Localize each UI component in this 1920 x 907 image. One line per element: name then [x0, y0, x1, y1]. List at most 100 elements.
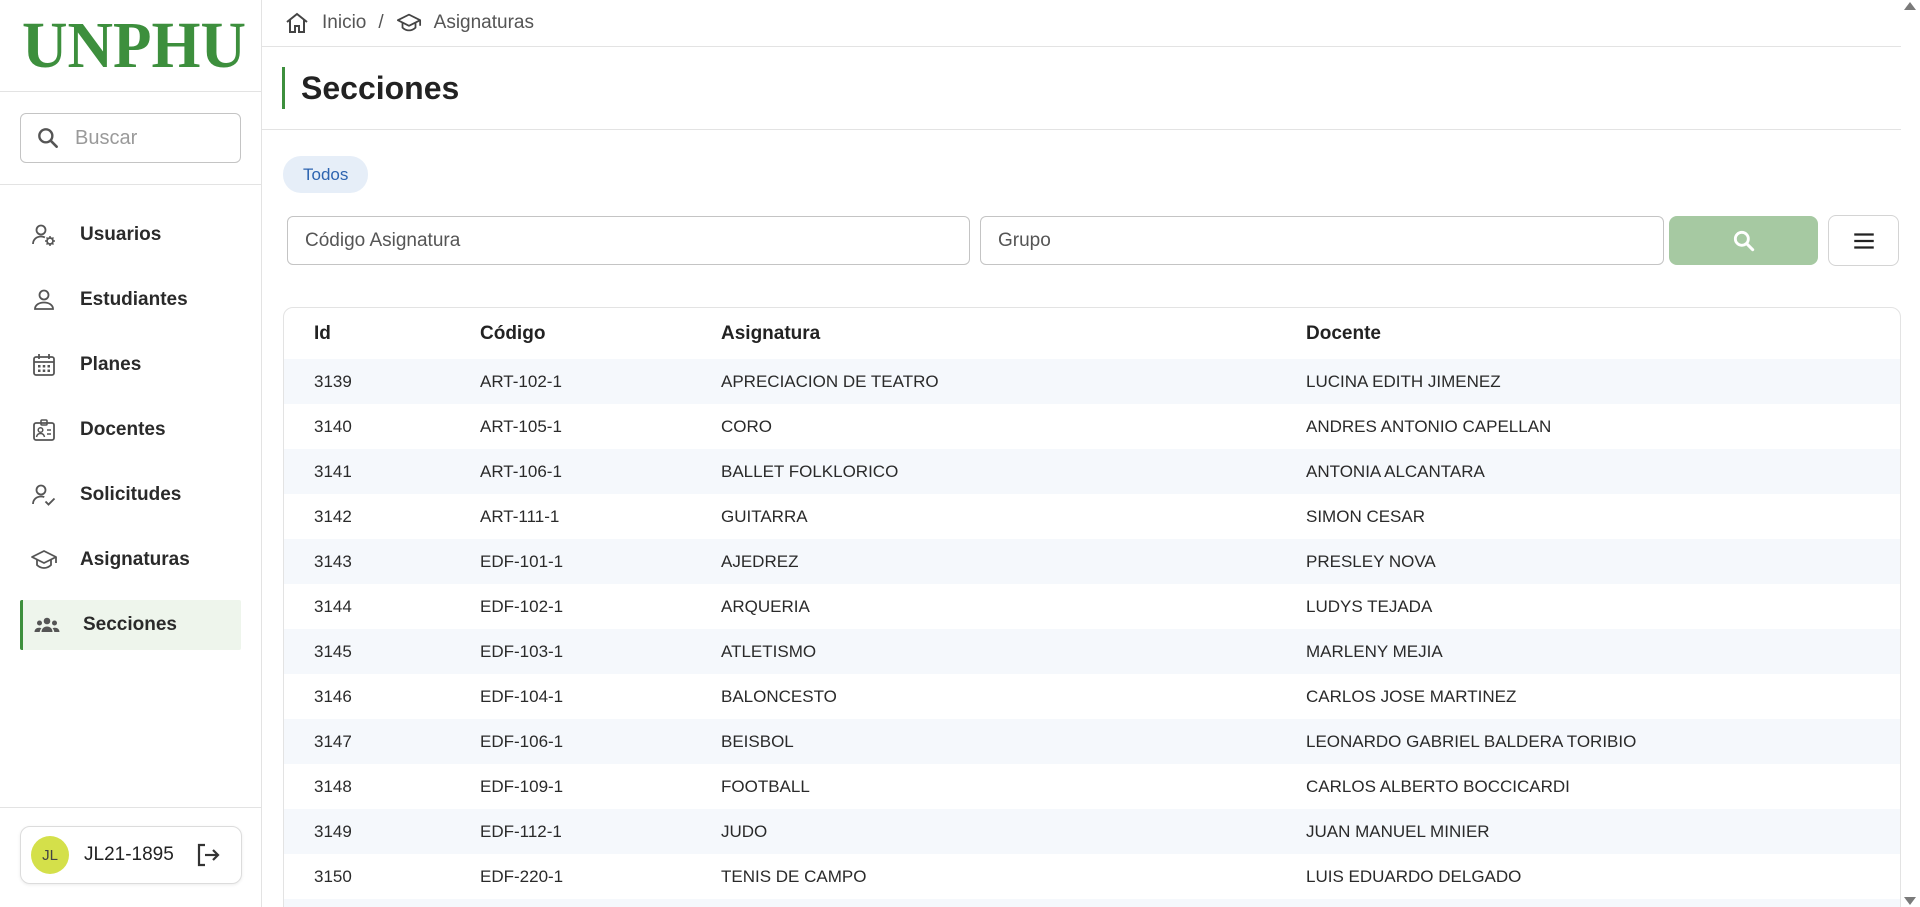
- column-header-id[interactable]: Id: [284, 308, 480, 359]
- title-accent-bar: [282, 67, 285, 109]
- cell-docente: LEONARDO GABRIEL BALDERA TORIBIO: [1306, 731, 1637, 751]
- cell-codigo: [480, 899, 721, 907]
- calendar-icon: [33, 354, 55, 376]
- cell-id: 3148: [314, 776, 352, 796]
- cell-id: 3147: [314, 731, 352, 751]
- table-header-row: Id Código Asignatura Docente: [284, 308, 1900, 359]
- person-icon: [34, 289, 54, 310]
- sidebar-item-solicitudes[interactable]: Solicitudes: [20, 470, 241, 520]
- cell-docente: CARLOS ALBERTO BOCCICARDI: [1306, 776, 1570, 796]
- cell-asignatura: FOOTBALL: [721, 776, 810, 796]
- grupo-input[interactable]: [980, 216, 1664, 265]
- page-title: Secciones: [301, 69, 460, 106]
- table-row[interactable]: 3141 ART-106-1 BALLET FOLKLORICO ANTONIA AL…: [284, 449, 1900, 494]
- sidebar-item-secciones[interactable]: Secciones: [20, 600, 241, 650]
- cell-docente: ANDRES ANTONIO CAPELLAN: [1306, 416, 1552, 436]
- user-card: JL JL21-1895: [20, 826, 242, 884]
- vertical-scrollbar[interactable]: [1901, 0, 1920, 907]
- table-row[interactable]: [284, 899, 1900, 907]
- cell-codigo: EDF-104-1: [480, 686, 564, 706]
- sidebar-item-docentes[interactable]: Docentes: [20, 405, 241, 455]
- table-row[interactable]: 3147 EDF-106-1 BEISBOL LEONARDO GABRIEL BAL…: [284, 719, 1900, 764]
- table-row[interactable]: 3146 EDF-104-1 BALONCESTO CARLOS JOSE MARTI…: [284, 674, 1900, 719]
- menu-button[interactable]: [1828, 215, 1899, 266]
- column-header-codigo[interactable]: Código: [480, 308, 721, 359]
- cell-codigo: ART-111-1: [480, 506, 560, 526]
- sidebar-item-usuarios[interactable]: Usuarios: [20, 210, 241, 260]
- breadcrumb-separator: /: [378, 12, 384, 33]
- cell-asignatura: ARQUERIA: [721, 596, 810, 616]
- cell-id: 3139: [314, 371, 352, 391]
- table-row[interactable]: 3148 EDF-109-1 FOOTBALL CARLOS ALBERTO BOCC…: [284, 764, 1900, 809]
- cell-id: 3146: [314, 686, 352, 706]
- graduation-cap-icon: [396, 13, 421, 32]
- group-icon: [34, 617, 60, 632]
- cell-id: 3140: [314, 416, 352, 436]
- id-badge-icon: [33, 419, 55, 441]
- sidebar-item-asignaturas[interactable]: Asignaturas: [20, 535, 241, 585]
- codigo-asignatura-input[interactable]: [287, 216, 970, 265]
- cell-id: 3149: [314, 821, 352, 841]
- sidebar-item-label: Solicitudes: [80, 484, 182, 505]
- cell-asignatura: BALLET FOLKLORICO: [721, 461, 899, 481]
- cell-codigo: EDF-112-1: [480, 821, 562, 841]
- avatar[interactable]: JL: [31, 836, 69, 874]
- main-content: Inicio / Asignaturas Secciones Todos Id …: [262, 0, 1901, 907]
- cell-id: [284, 899, 480, 907]
- cell-asignatura: BALONCESTO: [721, 686, 837, 706]
- cell-docente: LUIS EDUARDO DELGADO: [1306, 866, 1522, 886]
- user-check-icon: [32, 484, 56, 506]
- cell-codigo: EDF-103-1: [480, 641, 564, 661]
- cell-codigo: EDF-109-1: [480, 776, 564, 796]
- column-header-docente[interactable]: Docente: [1306, 308, 1900, 359]
- cell-docente: CARLOS JOSE MARTINEZ: [1306, 686, 1517, 706]
- cell-docente: [1306, 899, 1900, 907]
- sidebar-item-label: Estudiantes: [80, 289, 188, 310]
- search-button[interactable]: [1669, 216, 1818, 265]
- user-gear-icon: [32, 224, 55, 246]
- chip-todos[interactable]: Todos: [283, 156, 369, 193]
- table-body: 3139 ART-102-1 APRECIACION DE TEATRO LUCINA…: [284, 359, 1900, 907]
- cell-id: 3141: [314, 461, 352, 481]
- cell-codigo: EDF-106-1: [480, 731, 564, 751]
- cell-docente: LUDYS TEJADA: [1306, 596, 1433, 616]
- table-row[interactable]: 3144 EDF-102-1 ARQUERIA LUDYS TEJADA: [284, 584, 1900, 629]
- sidebar-search-input[interactable]: [75, 126, 235, 150]
- page-header: Secciones: [262, 47, 1901, 130]
- table-row[interactable]: 3150 EDF-220-1 TENIS DE CAMPO LUIS EDUARDO …: [284, 854, 1900, 899]
- scroll-up-arrow-icon[interactable]: [1904, 2, 1916, 10]
- table-row[interactable]: 3145 EDF-103-1 ATLETISMO MARLENY MEJIA: [284, 629, 1900, 674]
- scroll-down-arrow-icon[interactable]: [1904, 897, 1916, 905]
- breadcrumb: Inicio / Asignaturas: [262, 0, 1901, 47]
- sidebar-search-box[interactable]: [20, 113, 241, 163]
- table-row[interactable]: 3143 EDF-101-1 AJEDREZ PRESLEY NOVA: [284, 539, 1900, 584]
- cell-codigo: ART-106-1: [480, 461, 562, 481]
- home-icon[interactable]: [284, 10, 310, 36]
- cell-asignatura: ATLETISMO: [721, 641, 817, 661]
- table-row[interactable]: 3140 ART-105-1 CORO ANDRES ANTONIO CAPELLAN: [284, 404, 1900, 449]
- cell-docente: SIMON CESAR: [1306, 506, 1426, 526]
- breadcrumb-home[interactable]: Inicio: [322, 12, 366, 34]
- table-row[interactable]: 3139 ART-102-1 APRECIACION DE TEATRO LUCINA…: [284, 359, 1900, 404]
- sidebar-item-label: Docentes: [80, 419, 166, 440]
- sidebar-item-estudiantes[interactable]: Estudiantes: [20, 275, 241, 325]
- breadcrumb-current[interactable]: Asignaturas: [434, 12, 534, 34]
- cell-codigo: EDF-220-1: [480, 866, 564, 886]
- logout-icon[interactable]: [194, 841, 222, 869]
- column-header-asignatura[interactable]: Asignatura: [721, 308, 1306, 359]
- cell-asignatura: JUDO: [721, 821, 768, 841]
- table-row[interactable]: 3149 EDF-112-1 JUDO JUAN MANUEL MINIER: [284, 809, 1900, 854]
- secciones-table: Id Código Asignatura Docente 3139 ART-102…: [284, 308, 1900, 907]
- hamburger-menu-icon: [1853, 232, 1874, 249]
- sidebar-item-planes[interactable]: Planes: [20, 340, 241, 390]
- secciones-table-container: Id Código Asignatura Docente 3139 ART-102…: [283, 307, 1901, 907]
- cell-codigo: EDF-102-1: [480, 596, 564, 616]
- cell-id: 3144: [314, 596, 352, 616]
- username: JL21-1895: [84, 844, 174, 865]
- logo[interactable]: UNPHU: [0, 0, 261, 92]
- cell-id: 3145: [314, 641, 352, 661]
- cell-id: 3143: [314, 551, 352, 571]
- table-row[interactable]: 3142 ART-111-1 GUITARRA SIMON CESAR: [284, 494, 1900, 539]
- sidebar-item-label: Asignaturas: [80, 549, 190, 570]
- filter-bar: [262, 215, 1901, 266]
